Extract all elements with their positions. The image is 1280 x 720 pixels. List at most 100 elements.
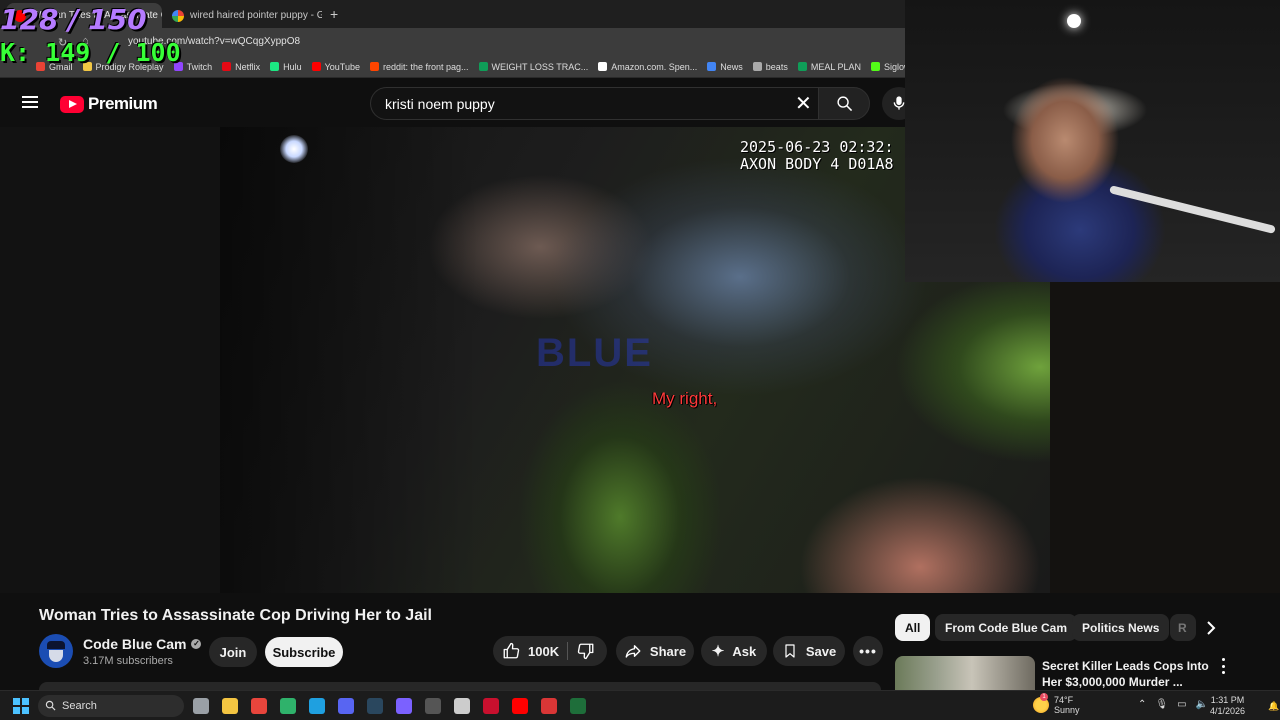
chrome-icon[interactable] — [251, 698, 267, 714]
youtube-logo[interactable]: Premium — [60, 94, 158, 114]
bookmark-label: YouTube — [324, 61, 360, 72]
premium-label: Premium — [88, 94, 158, 113]
search-box: ✕ — [370, 87, 818, 120]
app-red-icon[interactable] — [483, 698, 499, 714]
bookmark-label: Netflix — [235, 61, 261, 72]
bookmark-item[interactable]: Netflix — [222, 62, 260, 72]
discord-icon[interactable] — [338, 698, 354, 714]
share-arrow-icon — [625, 645, 641, 658]
task-view-icon[interactable] — [193, 698, 209, 714]
bodycam-timestamp: 2025-06-23 02:32: AXON BODY 4 D01A8 — [740, 138, 894, 173]
file-explorer-icon[interactable] — [222, 698, 238, 714]
subscribe-button[interactable]: Subscribe — [265, 637, 343, 667]
bookmark-label: WEIGHT LOSS TRAC... — [491, 61, 589, 72]
chevron-up-icon[interactable]: ⌃ — [1138, 699, 1146, 710]
chevron-right-icon[interactable] — [1204, 620, 1218, 636]
bookmark-label: Twitch — [186, 61, 213, 72]
ask-button[interactable]: ✦ Ask — [701, 636, 767, 666]
volume-icon[interactable]: 🔈 — [1196, 699, 1208, 710]
bookmark-label: reddit: the front pag... — [382, 61, 469, 72]
chip-truncated[interactable]: R — [1170, 614, 1196, 641]
bookmark-favicon-icon — [270, 62, 280, 71]
search-input[interactable] — [385, 88, 775, 119]
stream-counter-top: 128 / 150 — [0, 3, 147, 36]
bookmark-item[interactable]: beats — [752, 62, 788, 72]
more-vertical-icon[interactable] — [1220, 658, 1226, 674]
player-side-area-right — [1050, 282, 1280, 593]
windows-taskbar: Search 74°F Sunny 1 ⌃ 🎙 ▭ 🔈 1:31 PM 4/1/… — [0, 690, 1280, 720]
notification-bell-icon[interactable]: 🔔 — [1268, 701, 1279, 712]
join-button[interactable]: Join — [209, 637, 257, 667]
bookmark-label: Amazon.com. Spen... — [611, 61, 698, 72]
webcam-light — [1067, 14, 1081, 28]
youtube-music-icon[interactable] — [512, 698, 528, 714]
windows-start-icon[interactable] — [13, 698, 29, 714]
system-tray: ⌃ 🎙 ▭ 🔈 — [1138, 699, 1208, 710]
bookmark-item[interactable]: News — [707, 62, 743, 72]
chip-all[interactable]: All — [895, 614, 931, 641]
channel-avatar[interactable] — [39, 634, 73, 668]
share-button[interactable]: Share — [616, 636, 694, 666]
bookmark-favicon-icon — [871, 62, 881, 71]
system-clock[interactable]: 1:31 PM 4/1/2026 — [1210, 695, 1245, 717]
weather-notification-badge: 1 — [1040, 693, 1048, 701]
player-side-area-left — [0, 127, 220, 593]
new-tab-button[interactable]: + — [330, 6, 338, 22]
bookmark-item[interactable]: reddit: the front pag... — [369, 61, 469, 72]
app-cc-icon[interactable] — [541, 698, 557, 714]
chip-from-channel[interactable]: From Code Blue Cam — [935, 614, 1078, 641]
sparkle-icon: ✦ — [711, 643, 725, 660]
save-button[interactable]: Save — [773, 636, 845, 666]
bookmark-label: Hulu — [283, 61, 302, 72]
more-actions-button[interactable]: ••• — [853, 636, 883, 666]
bookmark-item[interactable]: Amazon.com. Spen... — [598, 62, 697, 72]
chip-politics-news[interactable]: Politics News — [1072, 614, 1170, 641]
app-dark-green-icon[interactable] — [570, 698, 586, 714]
streamer-webcam — [905, 0, 1280, 282]
bookmark-favicon-icon — [752, 62, 762, 71]
store-icon[interactable] — [454, 698, 470, 714]
save-label: Save — [805, 643, 837, 659]
youtube-header: Premium ✕ — [0, 79, 916, 127]
weather-condition: Sunny — [1054, 705, 1080, 715]
channel-name[interactable]: Code Blue Cam ✓ — [83, 636, 202, 652]
app-multicolor-icon[interactable] — [396, 698, 412, 714]
taskbar-search-box[interactable]: Search — [38, 695, 184, 717]
network-icon[interactable]: ▭ — [1177, 699, 1186, 710]
bookmark-item[interactable]: WEIGHT LOSS TRAC... — [478, 61, 589, 72]
tab-google-search[interactable]: wired haired pointer puppy - G ✕ — [164, 3, 322, 28]
share-label: Share — [649, 643, 687, 659]
obs-icon[interactable] — [425, 698, 441, 714]
edge-icon[interactable] — [309, 698, 325, 714]
video-subtitle: My right, — [652, 389, 718, 408]
clear-search-icon[interactable]: ✕ — [795, 94, 812, 114]
weather-temperature: 74°F — [1054, 695, 1074, 705]
subscriber-count: 3.17M subscribers — [83, 655, 173, 667]
stream-counter-kills: K: 149 / 100 — [0, 38, 181, 67]
bookmark-item[interactable]: MEAL PLAN — [797, 62, 861, 72]
thumbs-down-icon[interactable] — [577, 642, 595, 660]
video-title: Woman Tries to Assassinate Cop Driving H… — [39, 607, 432, 624]
recommended-thumbnail[interactable] — [895, 656, 1035, 691]
bookmark-item[interactable]: Hulu — [270, 62, 302, 72]
microphone-icon[interactable]: 🎙 — [1155, 699, 1168, 710]
recommended-title[interactable]: Secret Killer Leads Cops Into Her $3,000… — [1042, 658, 1212, 690]
search-button[interactable] — [818, 87, 870, 120]
bookmark-icon — [785, 644, 795, 658]
clock-time: 1:31 PM — [1210, 695, 1245, 705]
bookmark-label: News — [720, 61, 743, 72]
verified-icon: ✓ — [191, 639, 202, 649]
thumbs-up-icon — [503, 642, 520, 659]
video-frame-shade — [220, 127, 480, 593]
tab-title: wired haired pointer puppy - G — [190, 10, 322, 21]
bookmark-label: Siglow Stream - — [884, 61, 905, 72]
taskbar-search-label: Search — [62, 700, 97, 712]
app-green-icon[interactable] — [280, 698, 296, 714]
bookmark-favicon-icon — [222, 62, 232, 71]
hamburger-menu-icon[interactable] — [22, 96, 38, 108]
steam-icon[interactable] — [367, 698, 383, 714]
bookmark-item[interactable]: YouTube — [311, 61, 360, 72]
bookmark-item[interactable]: Siglow Stream - — [871, 62, 905, 72]
channel-name-text: Code Blue Cam — [83, 636, 187, 652]
bookmark-favicon-icon — [478, 62, 488, 71]
